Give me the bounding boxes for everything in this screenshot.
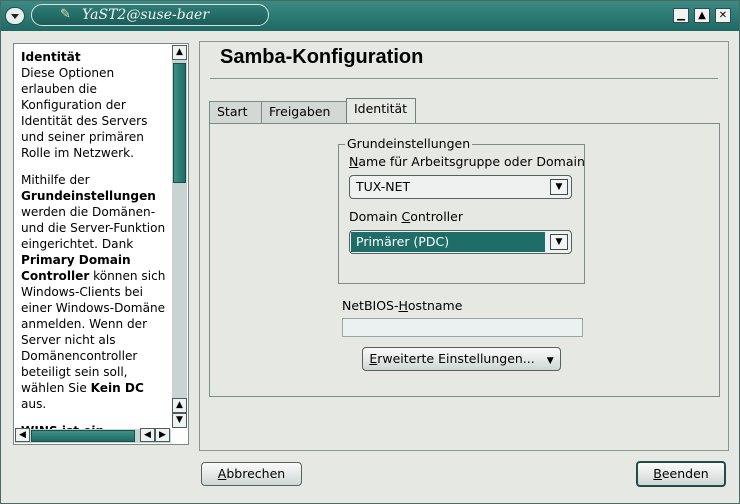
main-panel: Samba-Konfiguration Start Freigaben Iden… xyxy=(199,41,729,451)
help-scroll-thumb[interactable] xyxy=(173,63,186,183)
label-accel: N xyxy=(349,154,359,169)
netbios-hostname-input[interactable] xyxy=(342,318,583,337)
label-part: NetBIOS- xyxy=(342,298,399,313)
window-title: YaST2@suse-baer xyxy=(82,7,210,23)
finish-button[interactable]: Beenden xyxy=(636,461,726,487)
help-text-span: können sich Windows-Clients bei einer Wi… xyxy=(21,269,166,395)
title-bar[interactable]: ✎ YaST2@suse-baer ▁ ▲ ✕ xyxy=(1,1,739,31)
help-vertical-scrollbar[interactable]: ▲ ▲ ▼ xyxy=(172,45,187,428)
scroll-up-icon[interactable]: ▲ xyxy=(172,45,187,60)
window-title-pill: ✎ YaST2@suse-baer xyxy=(31,4,269,26)
title-divider xyxy=(210,78,718,79)
chevron-down-icon[interactable]: ▼ xyxy=(550,234,568,250)
scroll-left-icon[interactable]: ◀ xyxy=(15,428,30,442)
help-intro: Diese Optionen erlauben die Konfiguratio… xyxy=(21,66,148,160)
tab-identitaet[interactable]: Identität xyxy=(346,98,416,124)
label-accel: H xyxy=(398,298,408,313)
help-hscroll-thumb[interactable] xyxy=(31,430,135,442)
workgroup-combobox[interactable]: TUX-NET ▼ xyxy=(349,175,572,199)
yast-window: ✎ YaST2@suse-baer ▁ ▲ ✕ Identität Diese … xyxy=(0,0,740,504)
netbios-label: NetBIOS-Hostname xyxy=(342,298,462,313)
help-bold-term: Grundeinstellungen xyxy=(21,189,156,203)
help-text-span: aus. xyxy=(21,397,47,411)
help-heading: Identität xyxy=(21,50,81,64)
minimize-icon[interactable]: ▁ xyxy=(673,8,689,23)
dc-combobox[interactable]: Primärer (PDC) ▼ xyxy=(349,230,572,254)
basic-settings-title: Grundeinstellungen xyxy=(345,136,473,151)
dc-value[interactable]: Primärer (PDC) xyxy=(351,232,545,252)
workgroup-value[interactable]: TUX-NET xyxy=(351,177,545,197)
scroll-down-icon[interactable]: ▼ xyxy=(172,413,187,428)
scroll-up-icon[interactable]: ▲ xyxy=(172,398,187,413)
label-part: ontroller xyxy=(410,209,463,224)
label-part: ame für Arbeitsgruppe oder Domain xyxy=(358,154,585,169)
button-label-part: bbrechen xyxy=(226,466,286,481)
workgroup-label: Name für Arbeitsgruppe oder Domain xyxy=(349,154,585,169)
maximize-icon[interactable]: ▲ xyxy=(694,8,710,23)
help-paragraph-1: Identität Diese Optionen erlauben die Ko… xyxy=(21,49,171,161)
scroll-left-icon[interactable]: ◀ xyxy=(140,428,155,442)
help-text-span: Mithilfe der xyxy=(21,173,90,187)
dropdown-arrow-icon: ▼ xyxy=(546,356,554,366)
page-title: Samba-Konfiguration xyxy=(220,46,424,68)
button-accel: B xyxy=(653,466,662,481)
help-text-span: werden die Domänen- und die Server-Funkt… xyxy=(21,205,166,251)
label-accel: C xyxy=(401,209,411,224)
tab-start[interactable]: Start xyxy=(209,101,262,123)
yast-app-icon: ✎ xyxy=(60,7,71,22)
window-menu-icon[interactable] xyxy=(5,7,25,25)
help-panel: Identität Diese Optionen erlauben die Ko… xyxy=(13,43,189,445)
help-horizontal-scrollbar[interactable]: ◀ ◀ ▶ xyxy=(15,428,171,443)
button-label-part: rweiterte Einstellungen... xyxy=(377,351,535,366)
help-paragraph-2: Mithilfe der Grundeinstellungen werden d… xyxy=(21,172,171,412)
advanced-settings-button[interactable]: Erweiterte Einstellungen... ▼ xyxy=(362,347,561,371)
chevron-down-icon[interactable]: ▼ xyxy=(550,179,568,195)
help-bold-term: Kein DC xyxy=(90,381,144,395)
help-text: Identität Diese Optionen erlauben die Ko… xyxy=(21,49,171,444)
button-label-part: eenden xyxy=(661,466,709,481)
label-part: Domain xyxy=(349,209,402,224)
label-part: ostname xyxy=(407,298,463,313)
dc-label: Domain Controller xyxy=(349,209,463,224)
cancel-button[interactable]: Abbrechen xyxy=(201,462,302,486)
scroll-right-icon[interactable]: ▶ xyxy=(155,428,170,442)
tab-freigaben[interactable]: Freigaben xyxy=(261,101,347,123)
close-icon[interactable]: ✕ xyxy=(715,8,731,23)
